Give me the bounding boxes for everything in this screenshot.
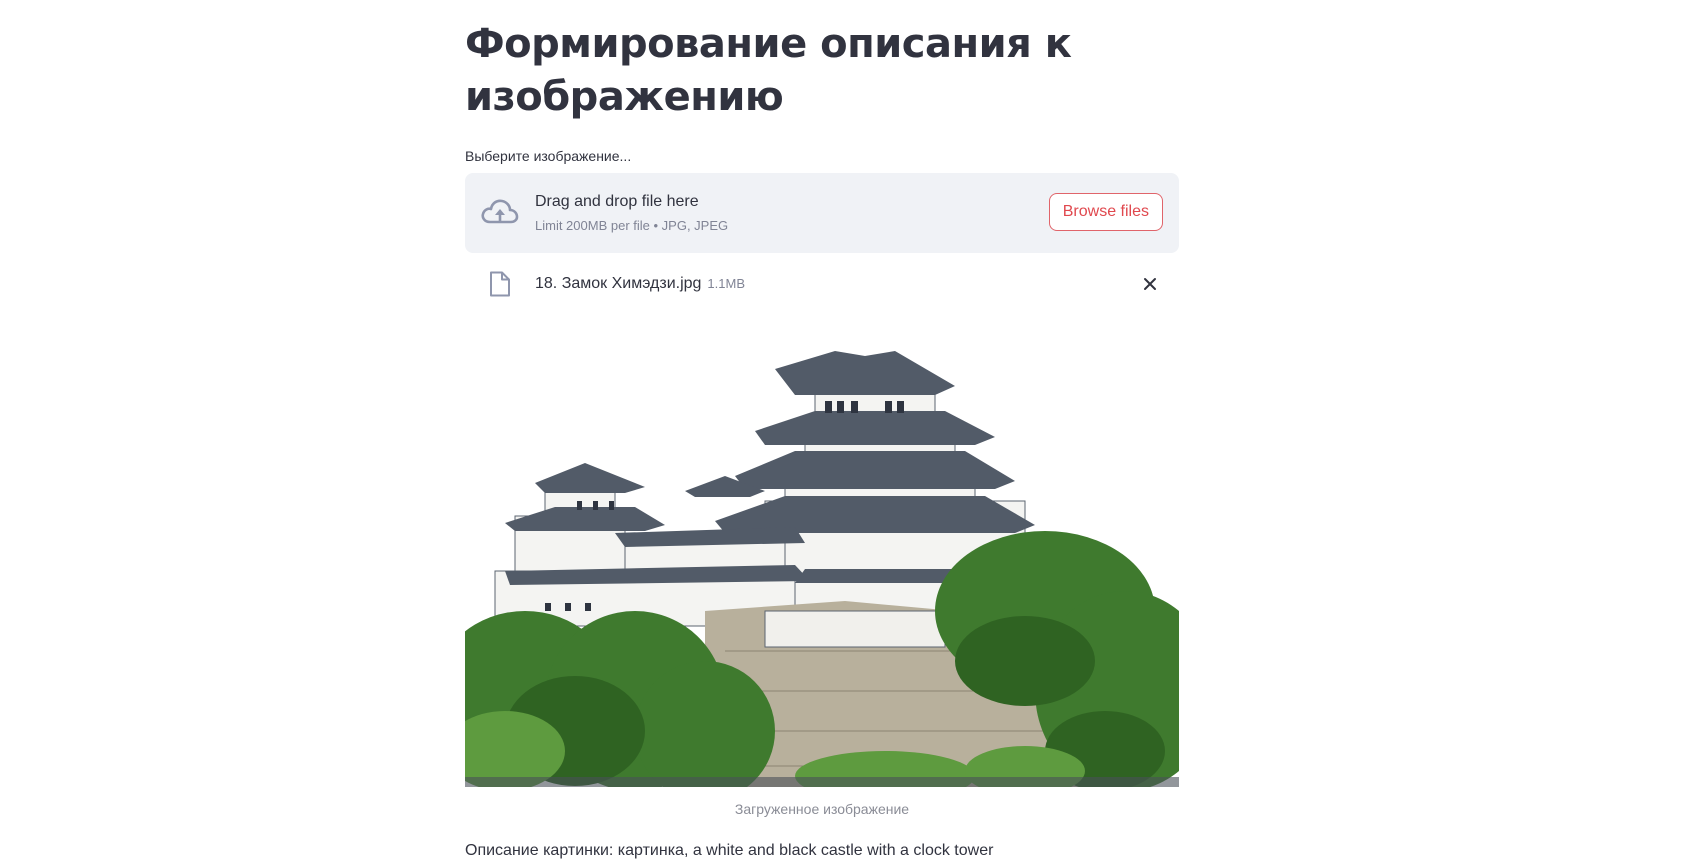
file-name: 18. Замок Химэдзи.jpg [535, 275, 702, 292]
file-name-line: 18. Замок Химэдзи.jpg 1.1MB [535, 273, 745, 295]
cloud-upload-icon [481, 199, 519, 224]
browse-files-button[interactable]: Browse files [1048, 193, 1163, 231]
dropzone-texts: Drag and drop file here Limit 200MB per … [535, 191, 728, 236]
dropzone-limit: Limit 200MB per file • JPG, JPEG [535, 218, 729, 233]
image-description: Описание картинки: картинка, a white and… [465, 842, 994, 859]
close-icon[interactable] [1139, 273, 1161, 295]
page-title: Формирование описания к изображению [465, 21, 1072, 120]
file-icon [490, 271, 510, 297]
uploaded-file-row: 18. Замок Химэдзи.jpg 1.1MB [465, 253, 1179, 311]
file-size: 1.1MB [707, 276, 745, 291]
dropzone-instruction: Drag and drop file here [535, 193, 699, 210]
uploader-label: Выберите изображение... [465, 148, 632, 164]
image-caption: Загруженное изображение [734, 801, 910, 817]
file-dropzone[interactable]: Drag and drop file here Limit 200MB per … [465, 173, 1179, 253]
main-container: Формирование описания к изображению Выбе… [465, 0, 1179, 863]
uploaded-image [465, 311, 1179, 787]
castle-image [465, 311, 1179, 787]
